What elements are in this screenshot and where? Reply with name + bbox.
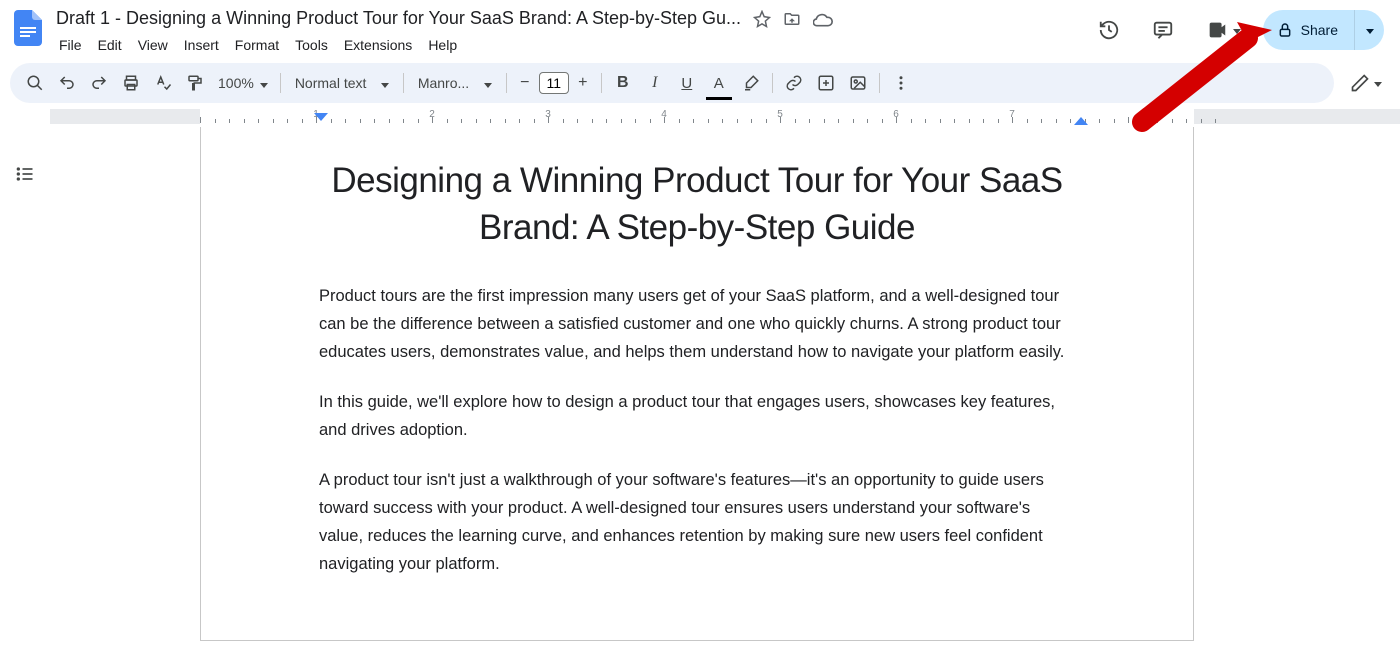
paint-format-icon[interactable] bbox=[180, 69, 210, 97]
separator bbox=[403, 73, 404, 93]
pencil-icon bbox=[1350, 73, 1370, 93]
document-page: Designing a Winning Product Tour for You… bbox=[200, 127, 1194, 641]
font-size-decrease[interactable]: − bbox=[513, 71, 537, 95]
comments-icon[interactable] bbox=[1143, 10, 1183, 50]
font-size-control: − + bbox=[513, 71, 595, 95]
separator bbox=[280, 73, 281, 93]
separator bbox=[879, 73, 880, 93]
font-size-increase[interactable]: + bbox=[571, 71, 595, 95]
redo-icon[interactable] bbox=[84, 69, 114, 97]
separator bbox=[601, 73, 602, 93]
menu-format[interactable]: Format bbox=[228, 33, 286, 57]
right-indent-marker[interactable] bbox=[1074, 117, 1088, 127]
toolbar-row: 100% Normal text Manro... − + B I U A bbox=[0, 57, 1400, 103]
separator bbox=[772, 73, 773, 93]
menu-tools[interactable]: Tools bbox=[288, 33, 335, 57]
document-outline-icon[interactable] bbox=[8, 157, 42, 191]
formatting-toolbar: 100% Normal text Manro... − + B I U A bbox=[10, 63, 1334, 103]
star-icon[interactable] bbox=[753, 10, 771, 28]
more-toolbar-icon[interactable] bbox=[886, 69, 916, 97]
menu-edit[interactable]: Edit bbox=[91, 33, 129, 57]
app-header: Draft 1 - Designing a Winning Product To… bbox=[0, 0, 1400, 57]
document-title[interactable]: Draft 1 - Designing a Winning Product To… bbox=[52, 6, 745, 31]
bold-button[interactable]: B bbox=[608, 69, 638, 97]
docs-logo-icon[interactable] bbox=[10, 10, 46, 46]
menu-view[interactable]: View bbox=[131, 33, 175, 57]
document-canvas[interactable]: Designing a Winning Product Tour for You… bbox=[50, 127, 1400, 643]
first-line-indent-marker[interactable] bbox=[314, 113, 328, 123]
paragraph-style-dropdown[interactable]: Normal text bbox=[287, 75, 397, 91]
insert-image-icon[interactable] bbox=[843, 69, 873, 97]
editing-mode-dropdown[interactable] bbox=[1350, 73, 1390, 93]
underline-button[interactable]: U bbox=[672, 69, 702, 97]
menu-bar: File Edit View Insert Format Tools Exten… bbox=[52, 33, 1089, 57]
menu-file[interactable]: File bbox=[52, 33, 89, 57]
add-comment-icon[interactable] bbox=[811, 69, 841, 97]
history-icon[interactable] bbox=[1089, 10, 1129, 50]
spellcheck-icon[interactable] bbox=[148, 69, 178, 97]
left-sidebar bbox=[0, 127, 50, 643]
insert-link-icon[interactable] bbox=[779, 69, 809, 97]
cloud-status-icon[interactable] bbox=[813, 9, 833, 29]
title-area: Draft 1 - Designing a Winning Product To… bbox=[52, 6, 1089, 57]
separator bbox=[506, 73, 507, 93]
meet-icon[interactable] bbox=[1197, 10, 1249, 50]
menu-insert[interactable]: Insert bbox=[177, 33, 226, 57]
document-paragraph[interactable]: A product tour isn't just a walkthrough … bbox=[319, 466, 1075, 578]
share-label: Share bbox=[1301, 22, 1338, 38]
document-paragraph[interactable]: In this guide, we'll explore how to desi… bbox=[319, 388, 1075, 444]
print-icon[interactable] bbox=[116, 69, 146, 97]
horizontal-ruler[interactable]: 1234567 bbox=[50, 109, 1400, 127]
document-paragraph[interactable]: Product tours are the first impression m… bbox=[319, 282, 1075, 366]
italic-button[interactable]: I bbox=[640, 69, 670, 97]
menu-help[interactable]: Help bbox=[421, 33, 464, 57]
lock-icon bbox=[1277, 22, 1293, 38]
share-dropdown-caret[interactable] bbox=[1354, 10, 1384, 50]
undo-icon[interactable] bbox=[52, 69, 82, 97]
share-button-group: Share bbox=[1263, 10, 1384, 50]
search-icon[interactable] bbox=[20, 69, 50, 97]
font-size-input[interactable] bbox=[539, 72, 569, 94]
highlight-button[interactable] bbox=[736, 69, 766, 97]
zoom-dropdown[interactable]: 100% bbox=[212, 75, 274, 91]
move-icon[interactable] bbox=[783, 10, 801, 28]
document-heading[interactable]: Designing a Winning Product Tour for You… bbox=[319, 157, 1075, 252]
menu-extensions[interactable]: Extensions bbox=[337, 33, 419, 57]
font-dropdown[interactable]: Manro... bbox=[410, 75, 500, 91]
share-button[interactable]: Share bbox=[1263, 10, 1354, 50]
text-color-button[interactable]: A bbox=[704, 69, 734, 97]
header-right-controls: Share bbox=[1089, 6, 1390, 50]
workspace: Designing a Winning Product Tour for You… bbox=[0, 127, 1400, 643]
